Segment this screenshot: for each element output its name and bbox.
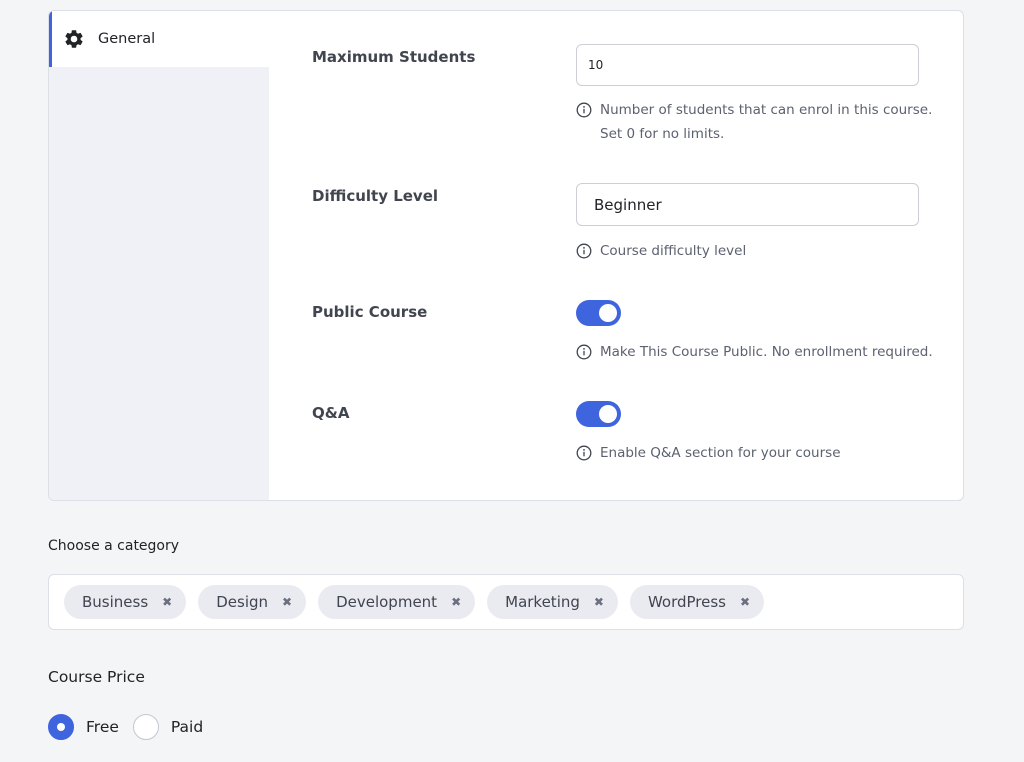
settings-sidebar: General [49,11,269,500]
course-price-heading: Course Price [48,668,145,686]
toggle-knob [599,304,617,322]
difficulty-select[interactable]: Beginner [576,183,919,226]
gear-icon [63,28,85,50]
category-chip: WordPress ✖ [629,585,765,619]
remove-icon[interactable]: ✖ [740,595,750,609]
chip-label: Business [82,593,149,611]
qa-toggle[interactable] [576,401,621,427]
max-students-label: Maximum Students [312,48,476,66]
category-select[interactable]: Business ✖ Design ✖ Development ✖ Market… [48,574,964,630]
qa-label: Q&A [312,404,350,422]
public-course-help-text: Make This Course Public. No enrollment r… [600,344,933,360]
qa-help-text: Enable Q&A section for your course [600,445,841,461]
public-course-help: Make This Course Public. No enrollment r… [576,340,933,364]
max-students-help-line1: Number of students that can enrol in thi… [600,102,933,118]
toggle-knob [599,405,617,423]
remove-icon[interactable]: ✖ [451,595,461,609]
info-icon [576,243,592,259]
remove-icon[interactable]: ✖ [162,595,172,609]
difficulty-value: Beginner [594,195,662,214]
chip-label: WordPress [647,593,726,611]
course-settings-panel: General Maximum Students 10 Number of st… [48,10,964,501]
info-icon [576,445,592,461]
public-course-toggle[interactable] [576,300,621,326]
radio-paid[interactable] [132,714,159,740]
max-students-help-line2: Set 0 for no limits. [600,126,725,142]
category-chip: Business ✖ [64,585,187,619]
radio-paid-label: Paid [170,718,204,736]
max-students-value: 10 [588,58,604,72]
category-chip: Development ✖ [318,585,476,619]
category-chip: Marketing ✖ [487,585,618,619]
tab-general-label: General [98,31,156,47]
remove-icon[interactable]: ✖ [282,595,292,609]
max-students-input[interactable]: 10 [576,44,919,86]
course-price-options: Free Paid [48,714,217,740]
tab-general[interactable]: General [49,11,269,67]
info-icon [576,102,592,118]
radio-free[interactable] [48,714,74,740]
category-heading: Choose a category [48,538,180,554]
public-course-label: Public Course [312,303,428,321]
price-option-free[interactable]: Free [48,714,119,740]
max-students-help: Number of students that can enrol in thi… [576,98,932,146]
qa-help: Enable Q&A section for your course [576,441,841,465]
radio-free-label: Free [86,718,119,736]
info-icon [576,344,592,360]
chip-label: Development [336,593,438,611]
category-chip: Design ✖ [198,585,307,619]
price-option-paid[interactable]: Paid [132,714,204,740]
chip-label: Design [216,593,269,611]
chip-label: Marketing [505,593,580,611]
difficulty-help-text: Course difficulty level [600,243,747,259]
remove-icon[interactable]: ✖ [594,595,604,609]
difficulty-help: Course difficulty level [576,239,746,263]
difficulty-label: Difficulty Level [312,187,439,205]
